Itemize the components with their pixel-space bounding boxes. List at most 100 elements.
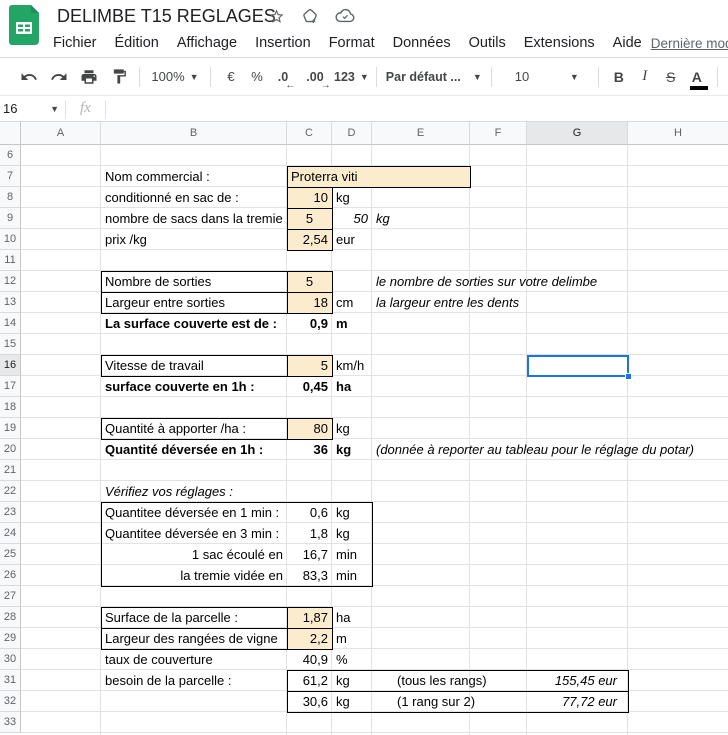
cell-C24[interactable]: 1,8 <box>287 523 332 544</box>
selected-cell-G16[interactable] <box>527 355 629 377</box>
cell-D31[interactable]: kg <box>332 670 372 691</box>
cell-B23[interactable]: Quantitee déversée en 1 min : <box>101 502 287 523</box>
menu-item-affichage[interactable]: Affichage <box>168 32 246 54</box>
cell-D9[interactable]: 50 <box>332 208 372 229</box>
menu-item-outils[interactable]: Outils <box>460 32 515 54</box>
cell-E9[interactable]: kg <box>372 208 470 229</box>
cell-E32[interactable]: (1 rang sur 2) <box>372 691 475 712</box>
cell-B22[interactable]: Vérifiez vos réglages : <box>101 481 287 502</box>
menu-item-fichier[interactable]: Fichier <box>44 32 106 54</box>
cell-D14[interactable]: m <box>332 313 372 334</box>
cell-E31[interactable]: (tous les rangs) <box>372 670 487 691</box>
bold-button[interactable]: B <box>606 64 632 90</box>
cell-F31[interactable]: 155,45 eur <box>470 670 628 691</box>
more-formats-button[interactable]: 123 ▼ <box>334 64 369 90</box>
menu-item-donnees[interactable]: Données <box>384 32 460 54</box>
undo-button[interactable] <box>16 64 42 90</box>
cell-C26[interactable]: 83,3 <box>287 565 332 586</box>
cell-B24[interactable]: Quantitee déversée en 3 min : <box>101 523 287 544</box>
cell-C10[interactable]: 2,54 <box>287 229 332 250</box>
redo-button[interactable] <box>46 64 72 90</box>
star-icon[interactable] <box>268 8 285 25</box>
zoom-select[interactable]: 100% ▼ <box>147 64 203 90</box>
menu-item-format[interactable]: Format <box>320 32 384 54</box>
cell-D17[interactable]: ha <box>332 376 372 397</box>
cell-D29[interactable]: m <box>332 628 372 649</box>
format-currency-button[interactable]: € <box>218 64 244 90</box>
cell-C17[interactable]: 0,45 <box>287 376 332 397</box>
cell-D8[interactable]: kg <box>332 187 372 208</box>
format-percent-button[interactable]: % <box>244 64 270 90</box>
cell-C29[interactable]: 2,2 <box>287 628 332 649</box>
cell-C25[interactable]: 16,7 <box>287 544 332 565</box>
italic-button[interactable]: I <box>632 64 658 90</box>
cell-B7[interactable]: Nom commercial : <box>101 166 287 187</box>
document-title[interactable]: DELIMBE T15 REGLAGES <box>57 6 276 27</box>
cell-B30[interactable]: taux de couverture <box>101 649 287 670</box>
cell-B9[interactable]: nombre de sacs dans la tremie <box>101 208 287 229</box>
cell-B20[interactable]: Quantité déversée en 1h : <box>101 439 287 460</box>
paint-format-button[interactable] <box>106 64 132 90</box>
fill-handle[interactable] <box>625 373 632 380</box>
cell-D32[interactable]: kg <box>332 691 372 712</box>
cell-B25[interactable]: 1 sac écoulé en <box>101 544 287 565</box>
cell-B14[interactable]: La surface couverte est de : <box>101 313 287 334</box>
cell-D28[interactable]: ha <box>332 607 372 628</box>
cell-B8[interactable]: conditionné en sac de : <box>101 187 287 208</box>
name-box[interactable]: 16 ▼ <box>0 101 65 116</box>
cell-C14[interactable]: 0,9 <box>287 313 332 334</box>
cell-B26[interactable]: la tremie vidée en <box>101 565 287 586</box>
font-size-select[interactable]: 10 ▼ <box>499 64 591 90</box>
cell-D25[interactable]: min <box>332 544 372 565</box>
cell-B13[interactable]: Largeur entre sorties <box>101 292 287 313</box>
menu-item-extensions[interactable]: Extensions <box>515 32 604 54</box>
cell-E12[interactable]: le nombre de sorties sur votre delimbe <box>372 271 597 292</box>
cell-E13[interactable]: la largeur entre les dents <box>372 292 519 313</box>
formula-input[interactable] <box>106 96 728 121</box>
cell-B16[interactable]: Vitesse de travail <box>101 355 287 376</box>
cell-C30[interactable]: 40,9 <box>287 649 332 670</box>
last-modified-link[interactable]: Dernière modifi <box>651 36 728 51</box>
cell-C16[interactable]: 5 <box>287 355 332 376</box>
cell-C8[interactable]: 10 <box>287 187 332 208</box>
cell-D13[interactable]: cm <box>332 292 372 313</box>
cloud-saved-icon[interactable] <box>335 8 355 24</box>
cell-B29[interactable]: Largeur des rangées de vigne <box>101 628 287 649</box>
cell-D19[interactable]: kg <box>332 418 372 439</box>
print-button[interactable] <box>76 64 102 90</box>
cell-E20[interactable]: (donnée à reporter au tableau pour le ré… <box>372 439 694 460</box>
cell-F32[interactable]: 77,72 eur <box>470 691 628 712</box>
menu-item-insertion[interactable]: Insertion <box>246 32 320 54</box>
cell-C23[interactable]: 0,6 <box>287 502 332 523</box>
cell-B31[interactable]: besoin de la parcelle : <box>101 670 287 691</box>
move-to-drive-icon[interactable] <box>301 7 319 25</box>
decrease-decimals-button[interactable]: .0 ← <box>270 64 296 91</box>
cell-D20[interactable]: kg <box>332 439 372 460</box>
text-color-button[interactable]: A <box>684 64 710 90</box>
cell-D10[interactable]: eur <box>332 229 372 250</box>
font-select[interactable]: Par défaut ... ▼ <box>384 64 484 90</box>
cell-C28[interactable]: 1,87 <box>287 607 332 628</box>
cell-C32[interactable]: 30,6 <box>287 691 332 712</box>
cell-C7[interactable]: Proterra viti <box>287 166 470 187</box>
increase-decimals-button[interactable]: .00 → <box>302 64 330 91</box>
cell-C9[interactable]: 5 <box>287 208 332 229</box>
cell-D26[interactable]: min <box>332 565 372 586</box>
menu-item-aide[interactable]: Aide <box>604 32 651 54</box>
cell-D23[interactable]: kg <box>332 502 372 523</box>
cell-C20[interactable]: 36 <box>287 439 332 460</box>
strikethrough-button[interactable]: S <box>658 64 684 90</box>
cell-C12[interactable]: 5 <box>287 271 332 292</box>
cell-C19[interactable]: 80 <box>287 418 332 439</box>
cell-D30[interactable]: % <box>332 649 372 670</box>
cell-D16[interactable]: km/h <box>332 355 372 376</box>
cell-B19[interactable]: Quantité à apporter /ha : <box>101 418 287 439</box>
cell-C13[interactable]: 18 <box>287 292 332 313</box>
cell-C31[interactable]: 61,2 <box>287 670 332 691</box>
cell-B12[interactable]: Nombre de sorties <box>101 271 287 292</box>
cell-B17[interactable]: surface couverte en 1h : <box>101 376 287 397</box>
cell-B28[interactable]: Surface de la parcelle : <box>101 607 287 628</box>
cell-B10[interactable]: prix /kg <box>101 229 287 250</box>
cell-D24[interactable]: kg <box>332 523 372 544</box>
menu-item-edition[interactable]: Édition <box>106 32 168 54</box>
